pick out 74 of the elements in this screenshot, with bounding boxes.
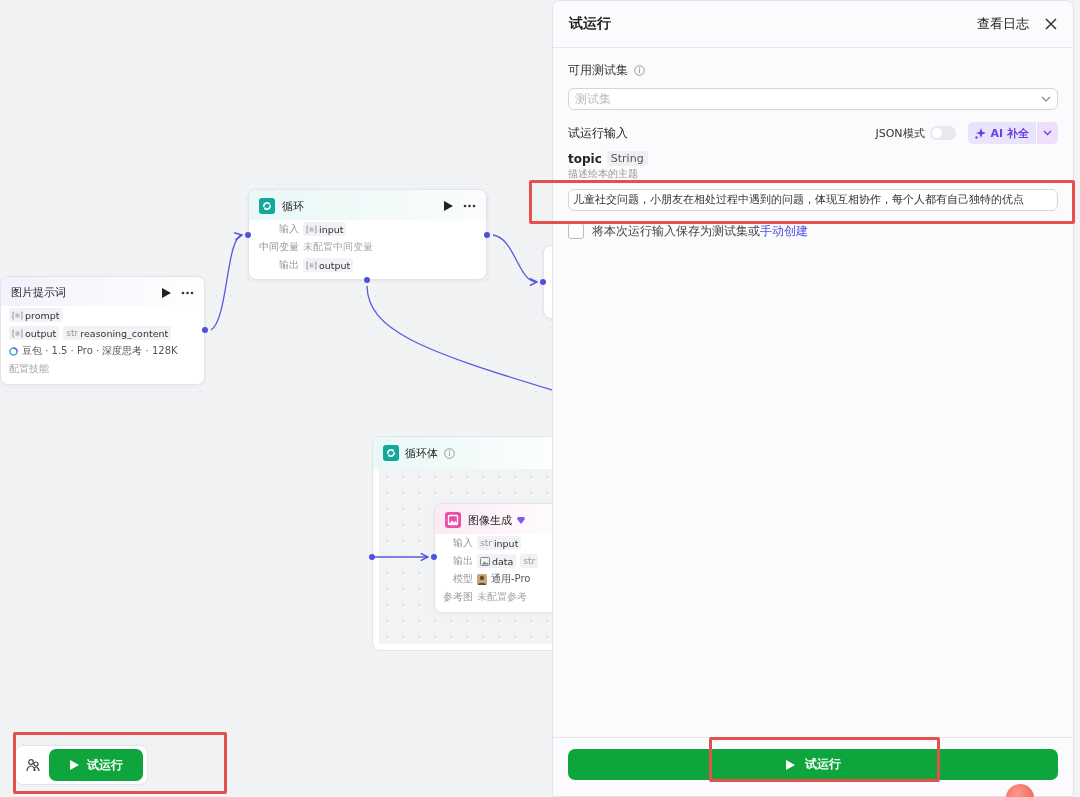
workflow-node[interactable]: 循环 输入 input 中间变量 未配置中间变量 输出 output xyxy=(248,189,487,280)
toggle-label: JSON模式 xyxy=(875,125,925,141)
node-title: 图像生成 xyxy=(468,512,512,528)
array-icon xyxy=(12,310,23,320)
field-label: 输出 xyxy=(278,258,299,272)
port-dot[interactable] xyxy=(369,554,375,560)
variable-tag: input xyxy=(303,222,347,236)
placeholder-text: 配置技能 xyxy=(9,362,49,376)
json-mode-toggle[interactable] xyxy=(929,126,956,140)
model-name: 豆包 · 1.5 · Pro · 深度思考 · 128K xyxy=(22,344,178,358)
array-icon xyxy=(306,224,317,234)
chevron-down-icon xyxy=(1041,96,1051,102)
loop-icon xyxy=(383,445,399,461)
image-icon xyxy=(445,512,461,528)
view-log-link[interactable]: 查看日志 xyxy=(977,15,1029,33)
variable-tag: data xyxy=(477,554,517,568)
field-label: 中间变量 xyxy=(258,240,299,254)
model-icon xyxy=(9,346,18,356)
people-icon xyxy=(26,758,40,772)
variable-tag: output xyxy=(9,326,60,340)
port-dot[interactable] xyxy=(484,232,490,238)
image-type-icon xyxy=(480,556,490,566)
node-title: 图片提示词 xyxy=(11,285,66,300)
more-icon[interactable] xyxy=(181,290,194,295)
workflow-node[interactable]: 图片提示词 prompt output str reasoning_content 豆包 · 1.5 · Pro · 深度思考 · 128K 配置技能 xyxy=(0,276,205,385)
checkbox-label: 将本次运行输入保存为测试集或手动创建 xyxy=(592,223,808,239)
variable-tag: prompt xyxy=(9,308,63,322)
section-label: 可用测试集 xyxy=(568,61,628,79)
close-button[interactable] xyxy=(1045,18,1057,30)
field-label: 模型 xyxy=(452,572,473,586)
port-dot[interactable] xyxy=(540,279,546,285)
ai-complete-button[interactable]: AI 补全 xyxy=(967,122,1036,144)
field-label: 输入 xyxy=(278,222,299,236)
container-title: 循环体 xyxy=(405,445,438,461)
panel-title: 试运行 xyxy=(569,15,611,33)
variable-tag: str xyxy=(520,554,539,568)
param-name: topic xyxy=(568,151,602,166)
play-icon[interactable] xyxy=(162,287,171,298)
info-icon xyxy=(444,447,455,459)
loop-icon xyxy=(259,198,275,214)
port-dot[interactable] xyxy=(202,327,208,333)
info-icon xyxy=(634,64,645,76)
port-dot[interactable] xyxy=(431,554,437,560)
port-dot[interactable] xyxy=(245,232,251,238)
play-icon xyxy=(69,760,79,770)
model-name: 通用-Pro xyxy=(491,572,531,586)
variable-tag: str input xyxy=(477,536,522,550)
port-dot[interactable] xyxy=(364,277,370,283)
model-avatar-icon xyxy=(477,573,487,585)
variable-tag: str reasoning_content xyxy=(63,326,172,340)
field-label: 参考图 xyxy=(443,590,473,604)
sparkle-icon xyxy=(974,127,986,139)
input-field[interactable]: 儿童社交问题，小朋友在相处过程中遇到的问题，体现互相协作，每个人都有自己独特的优点 xyxy=(568,189,1058,211)
array-icon xyxy=(306,260,317,270)
placeholder-text: 未配置中间变量 xyxy=(303,240,373,254)
field-label: 输入 xyxy=(452,536,473,550)
dropdown-button[interactable] xyxy=(1036,122,1058,144)
variable-tag: output xyxy=(303,258,354,272)
more-icon[interactable] xyxy=(463,204,476,208)
field-label: 输出 xyxy=(452,554,473,568)
play-icon xyxy=(785,759,795,770)
close-icon xyxy=(1045,18,1057,30)
workflow-node[interactable]: 图像生成 输入 str input 输出 data str 模型 通用-Pro 参考图 未配置参考 xyxy=(434,503,552,613)
array-icon xyxy=(12,328,23,338)
section-label: 试运行输入 xyxy=(568,124,628,142)
gem-icon xyxy=(517,516,525,524)
chevron-down-icon xyxy=(1043,130,1052,136)
type-tag: String xyxy=(606,151,648,166)
connector-line xyxy=(374,552,429,562)
placeholder-text: 未配置参考 xyxy=(477,590,527,604)
play-icon[interactable] xyxy=(444,201,453,211)
node-title: 循环 xyxy=(282,198,304,214)
create-manually-link[interactable]: 手动创建 xyxy=(760,223,808,238)
param-description: 描述绘本的主题 xyxy=(568,167,639,181)
